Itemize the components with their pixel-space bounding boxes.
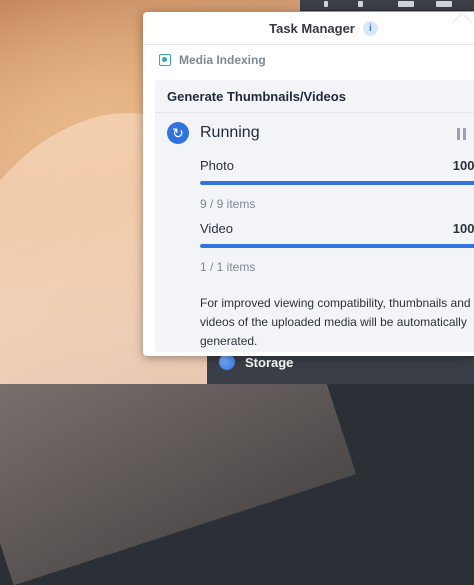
storage-label: Storage: [245, 354, 294, 370]
media-indexing-icon: [159, 54, 171, 66]
toolbar-icon[interactable]: [436, 1, 452, 7]
item-name: Video: [200, 221, 234, 236]
panel-title: Task Manager: [269, 20, 355, 36]
progress-item-video: Video 100% 1 / 1 items: [200, 221, 474, 274]
task-manager-panel: Task Manager i Media Indexing Generate T…: [143, 12, 474, 356]
item-percent: 100%: [452, 158, 474, 173]
info-icon[interactable]: i: [362, 20, 378, 36]
toolbar-icon[interactable]: [398, 1, 414, 7]
top-toolbar: [300, 0, 474, 11]
item-percent: 100%: [452, 221, 474, 236]
status-label: Running: [200, 124, 260, 141]
progress-bar: [200, 244, 474, 248]
item-count: 9 / 9 items: [200, 197, 256, 211]
category-media-indexing: Media Indexing: [143, 45, 474, 75]
panel-header: Task Manager i: [143, 12, 474, 45]
task-title: Generate Thumbnails/Videos: [155, 80, 474, 113]
task-card: Generate Thumbnails/Videos ↻ Running Pho…: [155, 80, 474, 352]
toolbar-icon[interactable]: [358, 1, 363, 7]
progress-bar: [200, 181, 474, 185]
progress-item-photo: Photo 100% 9 / 9 items: [200, 158, 474, 211]
task-description: For improved viewing compatibility, thum…: [200, 296, 471, 348]
storage-icon: [219, 354, 235, 370]
progress-bar-fill: [200, 181, 474, 185]
task-status: ↻ Running: [167, 122, 260, 144]
progress-bar-fill: [200, 244, 474, 248]
toolbar-icon[interactable]: [324, 1, 328, 7]
category-label: Media Indexing: [179, 53, 266, 67]
refresh-icon: ↻: [167, 122, 189, 144]
item-count: 1 / 1 items: [200, 260, 256, 274]
item-name: Photo: [200, 158, 234, 173]
pause-icon[interactable]: [457, 128, 467, 140]
